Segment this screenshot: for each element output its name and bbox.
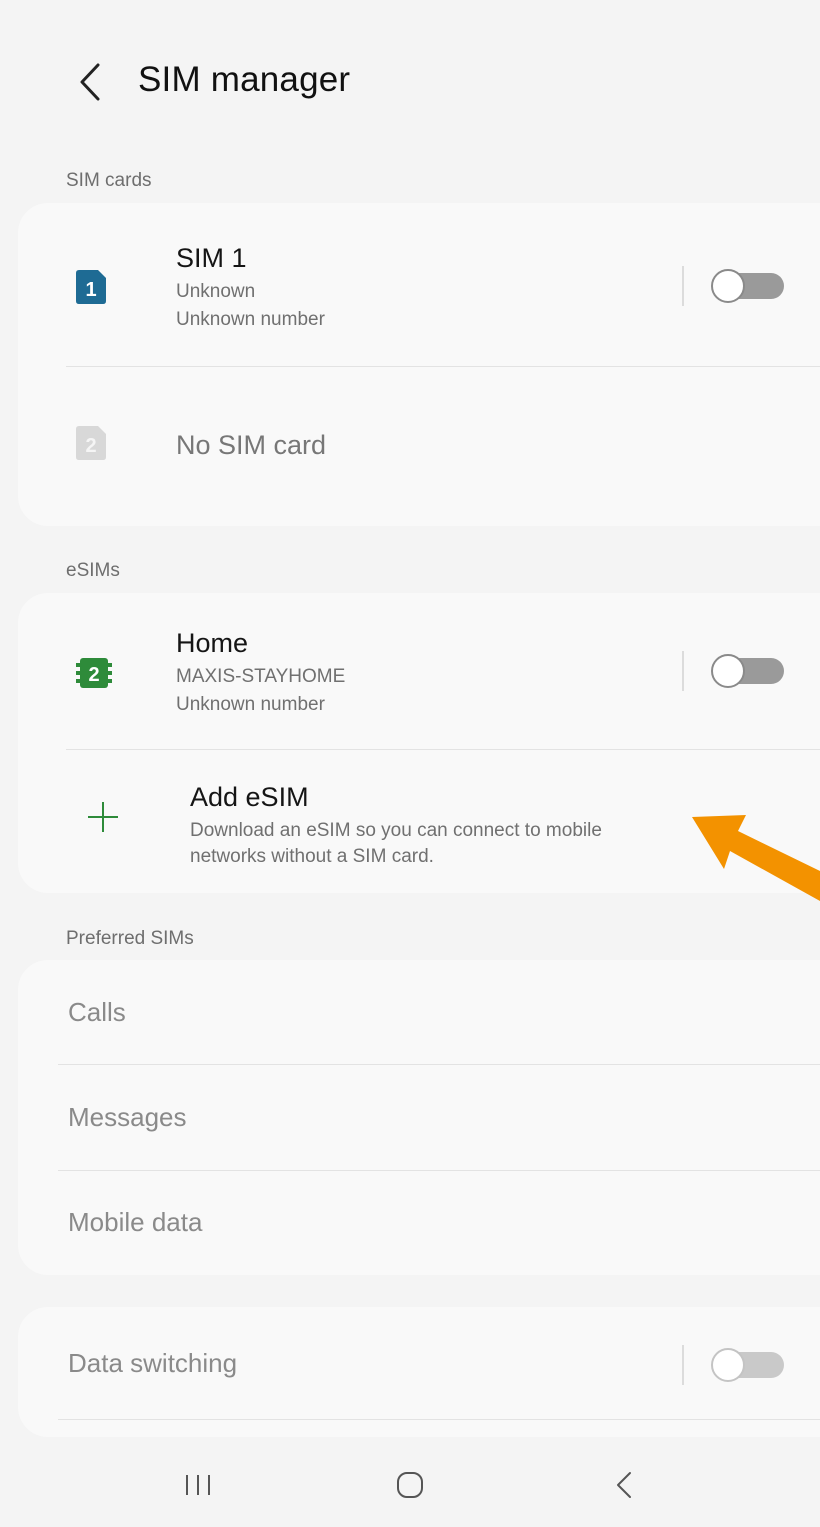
sim-cards-card: 1 SIM 1 Unknown Unknown number 2 No SIM … (18, 203, 820, 526)
system-navigation-bar (0, 1445, 820, 1527)
preferred-messages-row[interactable]: Messages (18, 1065, 820, 1170)
sim-card-1-icon: 1 (76, 270, 106, 309)
separator (682, 266, 684, 306)
divider (58, 1419, 820, 1420)
preferred-mobile-data-row[interactable]: Mobile data (18, 1171, 820, 1275)
section-label-esims: eSIMs (66, 560, 120, 581)
nav-back-button[interactable] (584, 1455, 664, 1515)
preferred-calls-label: Calls (68, 997, 126, 1027)
esim-home-title: Home (176, 628, 249, 658)
sim1-number: Unknown number (176, 309, 325, 330)
svg-text:1: 1 (85, 279, 96, 301)
sim-card-2-icon: 2 (76, 426, 106, 465)
home-icon (397, 1472, 423, 1498)
top-app-bar: SIM manager (0, 0, 820, 170)
recent-apps-icon (186, 1475, 210, 1495)
add-esim-description-line1: Download an eSIM so you can connect to m… (190, 820, 602, 841)
back-icon (617, 1472, 631, 1498)
esim-home-carrier: MAXIS-STAYHOME (176, 666, 346, 687)
section-label-preferred-sims: Preferred SIMs (66, 928, 194, 949)
back-button[interactable] (62, 52, 118, 112)
data-switching-label: Data switching (68, 1348, 238, 1378)
sim1-status: Unknown (176, 281, 256, 302)
separator (682, 1345, 684, 1385)
svg-text:2: 2 (88, 664, 99, 686)
plus-icon (86, 800, 120, 839)
annotation-arrow-icon (680, 795, 820, 915)
sim2-row: 2 No SIM card (18, 367, 820, 526)
add-esim-description-line2: networks without a SIM card. (190, 846, 434, 867)
esim-home-toggle[interactable] (708, 653, 788, 689)
preferred-mobile-data-label: Mobile data (68, 1207, 203, 1237)
home-button[interactable] (370, 1455, 450, 1515)
preferred-sims-card: Calls Messages Mobile data (18, 960, 820, 1275)
sim2-title: No SIM card (176, 430, 327, 460)
page-title: SIM manager (138, 60, 351, 99)
esim-chip-icon: 2 (76, 658, 112, 693)
svg-text:2: 2 (85, 435, 96, 457)
preferred-calls-row[interactable]: Calls (18, 960, 820, 1064)
separator (682, 651, 684, 691)
sim1-title: SIM 1 (176, 243, 247, 273)
recent-apps-button[interactable] (158, 1455, 238, 1515)
esim-home-row[interactable]: 2 Home MAXIS-STAYHOME Unknown number (18, 593, 820, 749)
chevron-left-icon (80, 63, 100, 101)
sim1-toggle[interactable] (708, 268, 788, 304)
data-switching-toggle[interactable] (708, 1347, 788, 1383)
preferred-messages-label: Messages (68, 1102, 187, 1132)
data-switching-card: Data switching (18, 1307, 820, 1437)
add-esim-title: Add eSIM (190, 782, 309, 812)
esim-home-number: Unknown number (176, 694, 325, 715)
sim1-row[interactable]: 1 SIM 1 Unknown Unknown number (18, 203, 820, 366)
data-switching-row[interactable]: Data switching (18, 1307, 820, 1419)
section-label-sim-cards: SIM cards (66, 170, 152, 191)
